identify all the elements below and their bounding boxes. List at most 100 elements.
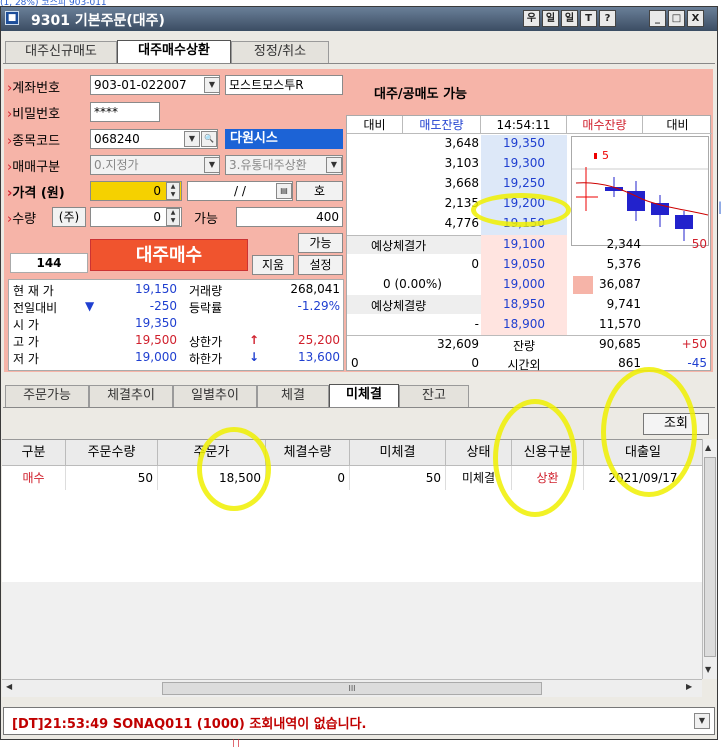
minimize-icon[interactable]: _ [649,10,666,27]
password-label-text: 비밀번호 [12,107,61,122]
col-filled-qty[interactable]: 체결수량 [266,440,350,466]
bid-price-5[interactable]: 18,900 [481,317,567,331]
tick-button[interactable]: 호 [296,181,343,201]
expected-qty-label: 예상체결량 [371,299,427,313]
tab-modify-cancel[interactable]: 정정/취소 [231,41,329,63]
scroll-right-icon[interactable]: ▶ [686,682,692,691]
high-price: 19,500 [135,333,177,347]
tab-unfilled[interactable]: 미체결 [329,384,399,408]
qty-unit-button[interactable]: (주) [52,207,86,227]
tab-short-new[interactable]: 대주신규매도 [5,41,117,63]
qty-spinner-icon[interactable]: ▲ ▼ [166,208,180,226]
calendar-icon[interactable]: ▤ [276,183,292,199]
maximize-icon[interactable]: □ [668,10,685,27]
bid-qty-1: 2,344 [606,237,641,251]
cell-unfilled[interactable]: 50 [350,466,446,490]
chevron-down-icon[interactable]: ▼ [204,77,220,93]
col-order-qty[interactable]: 주문수량 [66,440,158,466]
cell-filled-qty[interactable]: 0 [266,466,350,490]
col-type[interactable]: 구분 [2,440,66,466]
scroll-up-icon[interactable]: ▲ [705,443,711,452]
bid-price-2[interactable]: 19,050 [481,257,567,271]
font-icon[interactable]: T [580,10,597,27]
vertical-scroll-thumb[interactable] [704,457,716,657]
bid-price-3[interactable]: 19,000 [481,277,567,291]
marker-flag [594,153,597,159]
total-ask: 32,609 [437,337,479,351]
vertical-scrollbar[interactable]: ▲ ▼ [702,439,717,679]
rate-label: 등락률 [189,301,223,315]
trade-type-dropdown-icon[interactable]: ▼ [204,157,220,173]
mini-chart: 5 [571,136,709,246]
account-name: 모스트모스투R [225,75,343,95]
status-dropdown-icon[interactable]: ▼ [694,713,710,729]
tab-balance[interactable]: 잔고 [399,385,469,407]
credit-type-dropdown-icon[interactable]: ▼ [326,157,342,173]
high-label: 고 가 [13,335,39,349]
lower-limit-label: 하한가 [189,352,223,366]
close-icon[interactable]: X [687,10,704,27]
trade-type-label: ›매매구분 [7,160,61,175]
cell-order-qty[interactable]: 50 [66,466,158,490]
down-arrow-icon-2: ↓ [249,350,260,364]
code-dropdown-icon[interactable]: ▼ [184,131,200,147]
current-price: 19,150 [135,282,177,296]
tab-short-buy-repay[interactable]: 대주매수상환 [117,40,231,64]
settings-button[interactable]: 설정 [298,255,343,275]
highlight-mark [471,193,571,227]
grid-empty-area-shaded [2,582,702,680]
link-icon[interactable]: 일 [542,10,559,27]
price-spinner-icon[interactable]: ▲ ▼ [166,182,180,200]
possible-qty: 400 [236,207,343,227]
account-label-text: 계좌번호 [12,81,61,96]
search-icon[interactable]: 🔍 [201,131,217,147]
account-select[interactable]: 903-01-022007 [90,75,220,95]
bid-price-4[interactable]: 18,950 [481,297,567,311]
ob-header-ask-diff: 대비 [347,116,403,134]
ask-price-3[interactable]: 19,250 [481,176,567,190]
password-label: ›비밀번호 [7,107,61,122]
clear-button[interactable]: 지움 [252,255,294,275]
rate-value: -1.29% [297,299,340,313]
app-icon: ■ [5,11,19,25]
cell-type[interactable]: 매수 [2,466,66,490]
orderbook: 대비 매도잔량 14:54:11 매수잔량 대비 3,648 19,350 3,… [346,115,712,372]
pin-icon[interactable]: 우 [523,10,540,27]
bid-qty-5: 11,570 [599,317,641,331]
tab-fill-trend[interactable]: 체결추이 [89,385,173,407]
lower-limit: 13,600 [298,350,340,364]
stock-name: 다원시스 [225,129,343,149]
tab-filled[interactable]: 체결 [257,385,329,407]
ask-qty-1: 3,648 [444,136,479,150]
highlight-mark [197,427,271,511]
title-bar[interactable]: ■ 9301 기본주문(대주) 우 일 일 T ? _ □ X [1,7,717,31]
bid-qty-4: 9,741 [606,297,641,311]
help-icon[interactable]: ? [599,10,616,27]
password-field[interactable]: **** [90,102,160,122]
tab-order-available[interactable]: 주문가능 [5,385,89,407]
possible-button[interactable]: 가능 [298,233,343,253]
col-unfilled[interactable]: 미체결 [350,440,446,466]
trade-type-select[interactable]: 0.지정가 [90,155,220,175]
short-buy-button[interactable]: 대주매수 [90,239,248,271]
price-info-panel: 현 재 가 19,150 거래량 268,041 전일대비 ▼ -250 등락률… [8,279,344,371]
ask-price-2[interactable]: 19,300 [481,156,567,170]
up-arrow-icon: ↑ [249,333,260,347]
trade-type-label-text: 매매구분 [12,160,61,175]
expected-change: 0 (0.00%) [383,277,442,291]
tab-daily-trend[interactable]: 일별추이 [173,385,257,407]
code-label-text: 종목코드 [12,134,61,149]
scroll-down-icon[interactable]: ▼ [705,665,711,674]
chart-marker-label: 5 [602,149,609,162]
horizontal-scrollbar[interactable]: ◀ III ▶ [2,679,702,697]
status-message: [DT]21:53:49 SONAQ011 (1000) 조회내역이 없습니다. [12,717,367,732]
horizontal-scroll-thumb[interactable]: III [162,682,542,695]
ask-qty-4: 2,135 [444,196,479,210]
after-hours-left: 0 [351,356,359,370]
bid-price-1[interactable]: 19,100 [481,237,567,251]
scroll-left-icon[interactable]: ◀ [6,682,12,691]
candle-body-3 [627,191,645,211]
ask-price-1[interactable]: 19,350 [481,136,567,150]
ask-qty-5: 4,776 [444,216,479,230]
print-icon[interactable]: 일 [561,10,578,27]
